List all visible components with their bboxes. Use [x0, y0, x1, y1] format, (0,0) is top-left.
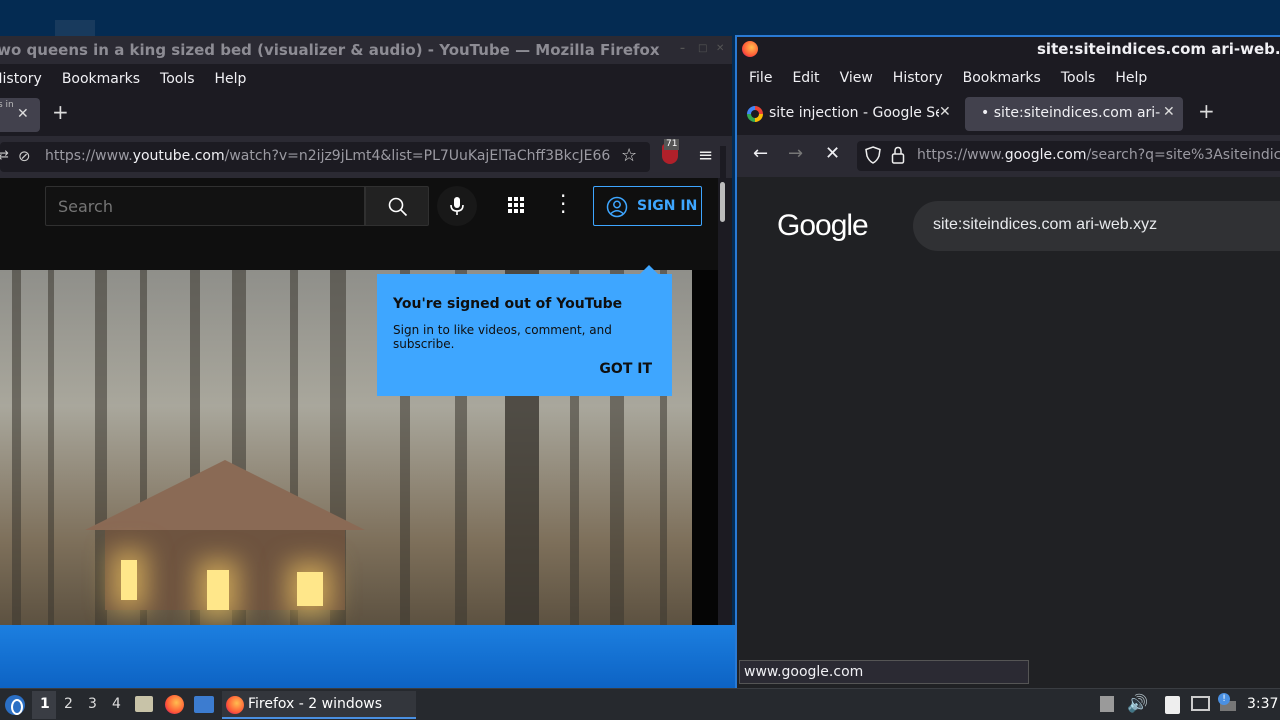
firefox-launcher-icon[interactable] — [165, 695, 184, 714]
sign-in-button[interactable]: SIGN IN — [593, 186, 702, 226]
clock[interactable]: 3:37 — [1247, 696, 1278, 712]
menu-bar: History Bookmarks Tools Help — [0, 64, 732, 94]
tracking-protection-icon[interactable]: ⊘ — [18, 147, 31, 165]
navigation-bar: ← → ✕ https://www.google.com/search?q=si… — [737, 135, 1280, 177]
url-text: https://www.google.com/search?q=site%3As… — [917, 147, 1280, 163]
tab-bar: site injection - Google Search ✕ • site:… — [737, 93, 1280, 135]
back-arrow-icon[interactable]: ← — [753, 143, 768, 164]
tray-arrow-icon[interactable] — [1100, 696, 1114, 712]
close-icon[interactable]: ✕ — [716, 44, 726, 54]
sign-in-label: SIGN IN — [637, 198, 698, 214]
minimize-icon[interactable]: – — [680, 44, 690, 54]
apps-grid-icon[interactable] — [507, 196, 525, 218]
workspace-3[interactable]: 3 — [88, 696, 97, 712]
youtube-search-box — [45, 186, 365, 226]
menu-tools[interactable]: Tools — [150, 71, 205, 87]
page-scrollbar[interactable] — [720, 146, 726, 624]
menu-bookmarks[interactable]: Bookmarks — [52, 71, 150, 87]
menu-help[interactable]: Help — [205, 71, 257, 87]
workspace-4[interactable]: 4 — [112, 696, 121, 712]
show-desktop-icon[interactable] — [194, 696, 214, 713]
navigation-bar: ⇄ ⊘ https://www.youtube.com/watch?v=n2ij… — [0, 136, 732, 178]
permissions-icon[interactable]: ⇄ — [0, 148, 9, 163]
cabin-scene — [85, 460, 365, 610]
menu-bar: File Edit View History Bookmarks Tools H… — [737, 63, 1280, 93]
tab-close-icon[interactable]: ✕ — [1163, 104, 1175, 120]
scrollbar-thumb[interactable] — [720, 182, 725, 222]
taskbar: 1 2 3 4 Firefox - 2 windows 🔊 ! 3:37 — [0, 688, 1280, 720]
got-it-button[interactable]: GOT IT — [599, 361, 652, 377]
voice-search-button[interactable] — [437, 186, 477, 226]
tooltip-title: You're signed out of YouTube — [393, 296, 623, 312]
hamburger-menu-icon[interactable]: ≡ — [698, 145, 713, 166]
new-tab-button[interactable]: + — [52, 100, 69, 124]
stop-loading-icon[interactable]: ✕ — [825, 143, 840, 164]
menu-view[interactable]: View — [830, 70, 883, 86]
start-menu-icon[interactable] — [5, 695, 25, 715]
url-bar[interactable]: ⇄ ⊘ https://www.youtube.com/watch?v=n2ij… — [0, 142, 650, 172]
tooltip-body: Sign in to like videos, comment, and sub… — [393, 323, 612, 351]
menu-history[interactable]: History — [0, 71, 52, 87]
lock-icon[interactable] — [891, 146, 905, 164]
volume-icon[interactable]: 🔊 — [1127, 694, 1148, 714]
window-title-bar[interactable]: site:siteindices.com ari-web.xyz — [737, 37, 1280, 63]
clipboard-icon[interactable] — [1165, 696, 1180, 714]
youtube-search-button[interactable] — [365, 186, 429, 226]
network-icon[interactable] — [1191, 696, 1210, 711]
google-search-page: Google — [737, 177, 1280, 688]
bookmark-star-icon[interactable]: ☆ — [621, 145, 637, 166]
menu-file[interactable]: File — [739, 70, 782, 86]
signed-out-tooltip: You're signed out of YouTube Sign in to … — [377, 265, 672, 396]
window-title: two queens in a king sized bed (visualiz… — [0, 41, 660, 59]
url-text: https://www.youtube.com/watch?v=n2ijz9jL… — [45, 148, 610, 164]
update-notification-icon[interactable]: ! — [1218, 693, 1230, 705]
youtube-search-input[interactable] — [58, 197, 358, 216]
task-label: Firefox - 2 windows — [248, 696, 383, 712]
youtube-firefox-window: two queens in a king sized bed (visualiz… — [0, 36, 732, 625]
window-title: site:siteindices.com ari-web.xyz — [1037, 40, 1280, 58]
tab-close-icon[interactable]: ✕ — [939, 104, 951, 120]
tab-label: site injection - Google Search — [769, 105, 939, 121]
tab-youtube[interactable]: s in ✕ — [0, 98, 40, 132]
menu-history[interactable]: History — [883, 70, 953, 86]
forward-arrow-icon[interactable]: → — [788, 143, 803, 164]
tab-label: • site:siteindices.com ari-web.xyz — [981, 105, 1161, 121]
extension-badge: 71 — [664, 139, 680, 150]
google-logo[interactable]: Google — [777, 209, 869, 243]
workspace-1[interactable]: 1 — [40, 696, 50, 712]
firefox-icon — [226, 696, 244, 714]
account-icon — [606, 196, 628, 218]
taskbar-firefox-group[interactable]: Firefox - 2 windows — [222, 691, 416, 719]
youtube-page: ··· SIGN IN — [0, 178, 718, 625]
firefox-logo-icon — [742, 41, 758, 57]
tab-site-siteindices[interactable]: • site:siteindices.com ari-web.xyz ✕ — [965, 97, 1183, 131]
file-manager-icon[interactable] — [135, 696, 153, 712]
search-icon — [388, 197, 408, 217]
menu-tools[interactable]: Tools — [1051, 70, 1106, 86]
microphone-icon — [450, 197, 464, 215]
menu-help[interactable]: Help — [1105, 70, 1157, 86]
workspace-2[interactable]: 2 — [64, 696, 73, 712]
url-bar[interactable]: https://www.google.com/search?q=site%3As… — [857, 141, 1280, 171]
window-title-bar[interactable]: two queens in a king sized bed (visualiz… — [0, 36, 732, 64]
tab-label: s in — [0, 100, 14, 110]
menu-edit[interactable]: Edit — [782, 70, 829, 86]
google-search-box — [913, 201, 1280, 251]
google-favicon-icon — [747, 106, 763, 122]
more-options-icon[interactable]: · · · — [560, 186, 566, 222]
link-status-bar: www.google.com — [739, 660, 1029, 684]
google-search-input[interactable] — [933, 216, 1280, 234]
new-tab-button[interactable]: + — [1198, 99, 1215, 123]
shield-icon[interactable] — [865, 146, 881, 164]
google-firefox-window: site:siteindices.com ari-web.xyz File Ed… — [735, 35, 1280, 688]
maximize-icon[interactable]: □ — [698, 44, 708, 54]
tab-close-icon[interactable]: ✕ — [17, 106, 29, 122]
tab-bar: s in ✕ + — [0, 94, 732, 136]
tab-site-injection[interactable]: site injection - Google Search ✕ — [741, 97, 959, 131]
menu-bookmarks[interactable]: Bookmarks — [953, 70, 1051, 86]
